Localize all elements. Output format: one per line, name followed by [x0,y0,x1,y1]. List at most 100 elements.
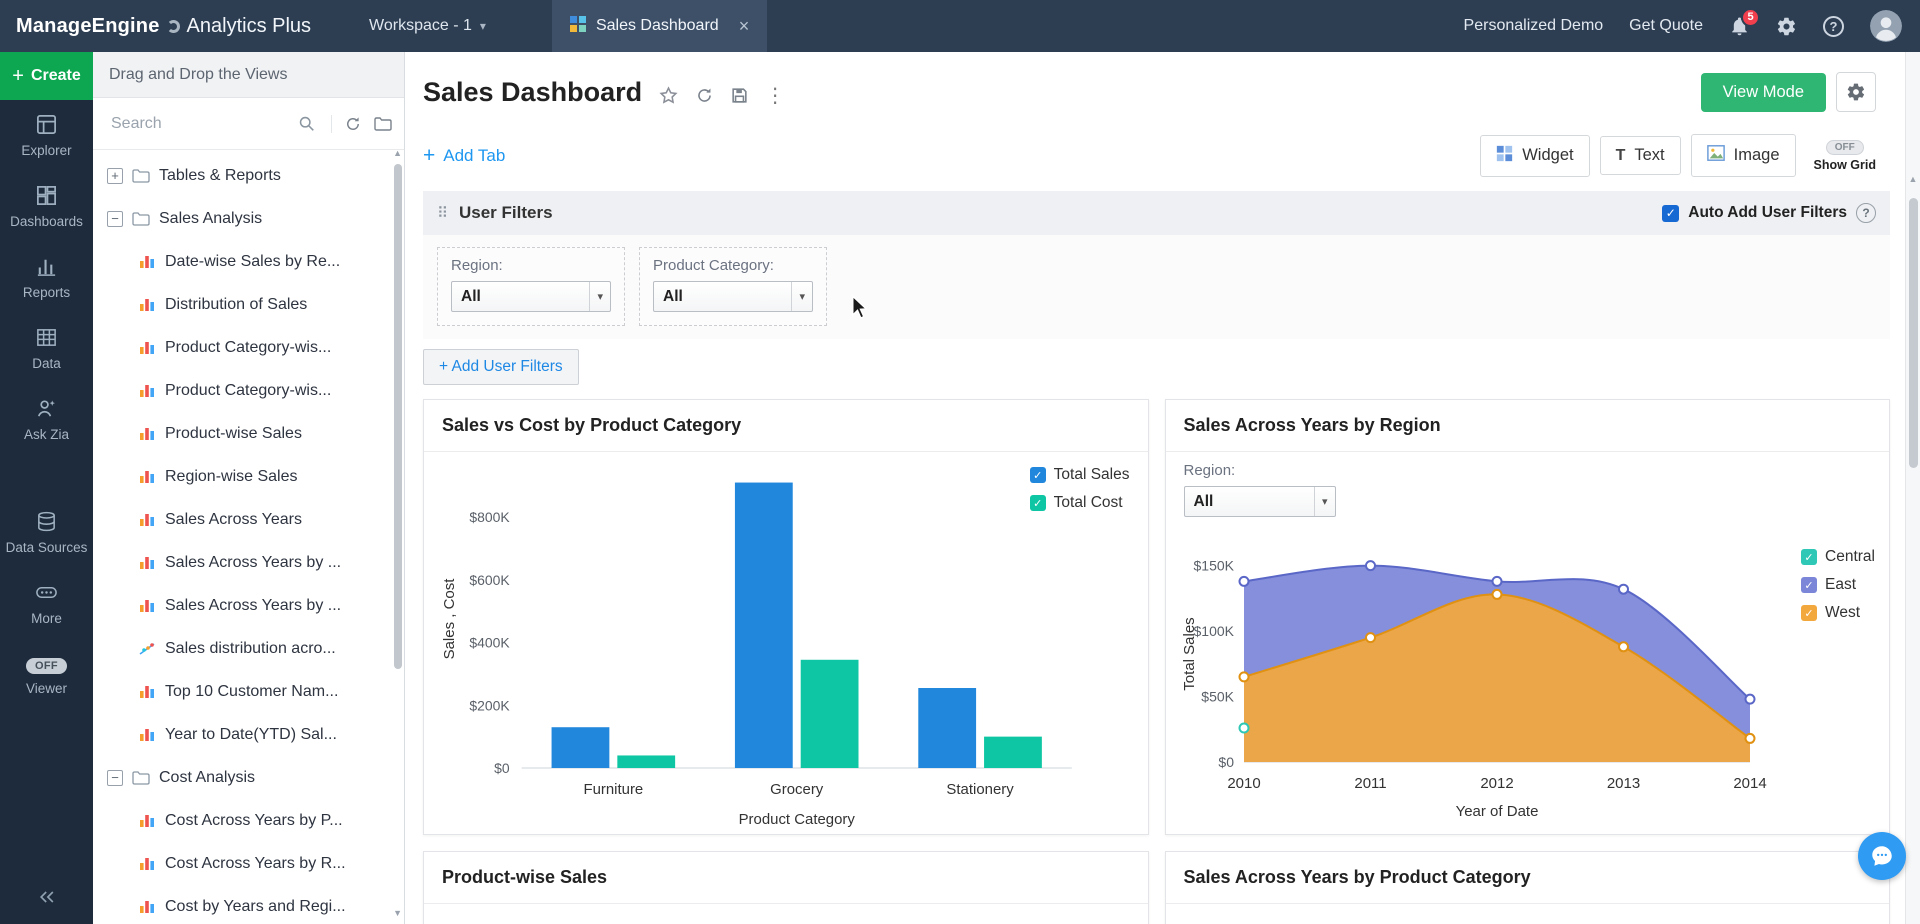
collapse-folder-icon[interactable]: − [107,770,123,786]
region-filter: Region: All ▾ [437,247,625,326]
collapse-folder-icon[interactable]: − [107,211,123,227]
area-legend-west[interactable]: ✓ West [1801,604,1875,622]
region-filter-select[interactable]: All ▾ [451,281,611,312]
bar-legend-total-cost[interactable]: ✓Total Cost [1030,494,1130,512]
collapse-sidebar-icon[interactable] [37,887,57,912]
svg-text:$200K: $200K [469,697,510,713]
bar-legend-total-sales[interactable]: ✓Total Sales [1030,466,1130,484]
legend-checkbox-icon[interactable]: ✓ [1030,467,1046,483]
card-title: Sales vs Cost by Product Category [424,400,1148,452]
folder-icon [132,169,150,183]
sidebar-item-reports[interactable]: Reports [0,242,93,313]
user-filters-help-icon[interactable]: ? [1856,203,1876,223]
legend-checkbox-icon[interactable]: ✓ [1801,549,1817,565]
folder-views-icon[interactable] [374,117,392,131]
more-options-icon[interactable]: ⋮ [765,83,785,108]
show-grid-toggle[interactable]: OFF Show Grid [1814,140,1877,172]
legend-checkbox-icon[interactable]: ✓ [1801,577,1817,593]
sidebar-item-ask-zia[interactable]: Ask Zia [0,384,93,455]
tree-item[interactable]: Date-wise Sales by Re... [93,240,404,283]
notifications-bell-icon[interactable]: 5 [1729,16,1750,37]
sidebar-item-data-sources[interactable]: Data Sources [0,497,93,568]
area-legend-east[interactable]: ✓East [1801,576,1875,594]
tab-sales-dashboard[interactable]: Sales Dashboard × [552,0,767,52]
folder-icon [132,212,150,226]
create-button[interactable]: + Create [0,52,93,100]
widget-button[interactable]: Widget [1480,135,1589,177]
chat-bubble-button[interactable] [1858,832,1906,880]
tree-item[interactable]: Year to Date(YTD) Sal... [93,713,404,756]
select-arrow-icon: ▾ [1314,487,1335,516]
show-grid-off-pill[interactable]: OFF [1826,140,1864,155]
tree-folder[interactable]: −Sales Analysis [93,197,404,240]
reports-icon [35,255,58,278]
tree-item[interactable]: Cost by Years and Regi... [93,885,404,924]
drag-handle-icon[interactable]: ⠿ [437,204,448,222]
tab-label: Sales Dashboard [596,17,719,35]
svg-text:$50K: $50K [1201,689,1234,705]
viewer-off-pill[interactable]: OFF [26,658,67,674]
workspace-selector[interactable]: Workspace - 1 ▾ [369,17,486,35]
tree-scrollbar[interactable] [394,164,402,669]
tree-item[interactable]: Sales Across Years by ... [93,541,404,584]
tree-folder[interactable]: −Cost Analysis [93,756,404,799]
favorite-star-icon[interactable] [658,85,679,106]
tree-item[interactable]: Product Category-wis... [93,326,404,369]
auto-add-user-filters-checkbox[interactable]: ✓ [1662,205,1679,222]
chart-region-filter-select[interactable]: All ▾ [1184,486,1336,517]
tree-item[interactable]: Sales Across Years by ... [93,584,404,627]
search-box [109,114,319,134]
sidebar-item-data[interactable]: Data [0,313,93,384]
get-quote-link[interactable]: Get Quote [1629,17,1703,35]
legend-label: West [1825,604,1860,622]
avatar[interactable] [1870,10,1902,42]
tree-item[interactable]: Sales distribution acro... [93,627,404,670]
tree-item[interactable]: Cost Across Years by R... [93,842,404,885]
bar-chart-icon [139,684,156,699]
main-scrollbar[interactable]: ▲ [1905,52,1920,924]
tree-folder[interactable]: +Tables & Reports [93,154,404,197]
personalized-demo-link[interactable]: Personalized Demo [1464,17,1604,35]
expand-folder-icon[interactable]: + [107,168,123,184]
tree-item[interactable]: Sales Across Years [93,498,404,541]
tree-scroll-up-icon[interactable]: ▲ [393,148,402,158]
tree-item[interactable]: Cost Across Years by P... [93,799,404,842]
tree-item[interactable]: Product-wise Sales [93,412,404,455]
legend-checkbox-icon[interactable]: ✓ [1801,605,1817,621]
image-button[interactable]: Image [1691,134,1796,177]
tab-close-icon[interactable]: × [739,16,750,37]
tree-item[interactable]: Top 10 Customer Nam... [93,670,404,713]
tree-item[interactable]: Region-wise Sales [93,455,404,498]
search-input[interactable] [109,114,319,134]
legend-checkbox-icon[interactable]: ✓ [1030,495,1046,511]
tree-item[interactable]: Distribution of Sales [93,283,404,326]
settings-gear-icon[interactable] [1776,16,1797,37]
sidebar-item-more[interactable]: More [0,568,93,639]
scrollbar-thumb[interactable] [1909,198,1918,468]
add-tab-button[interactable]: + Add Tab [423,144,505,168]
svg-text:Total Sales: Total Sales [1181,617,1198,690]
refresh-dashboard-icon[interactable] [695,86,714,105]
sidebar-item-explorer[interactable]: Explorer [0,100,93,171]
refresh-views-icon[interactable] [344,115,362,133]
help-icon[interactable]: ? [1823,16,1844,37]
product-category-filter-select[interactable]: All ▾ [653,281,813,312]
save-dashboard-icon[interactable] [730,86,749,105]
scroll-up-icon[interactable]: ▲ [1906,174,1920,184]
tree-item-label: Cost Across Years by P... [165,812,343,830]
brand-mark-icon [167,20,180,33]
brand-product: Analytics Plus [187,15,312,38]
text-button[interactable]: T Text [1600,136,1681,175]
area-legend-central[interactable]: ✓Central [1801,548,1875,566]
svg-text:Product Category: Product Category [739,811,856,828]
brand-managengine: ManageEngine [16,15,160,38]
dashboard-settings-button[interactable] [1836,72,1876,112]
svg-text:2012: 2012 [1480,775,1513,792]
tree-scroll-down-icon[interactable]: ▼ [393,908,402,918]
view-mode-button[interactable]: View Mode [1701,73,1826,112]
left-nav: + Create Explorer Dashboards Reports Dat… [0,52,93,924]
sidebar-item-dashboards[interactable]: Dashboards [0,171,93,242]
viewer-toggle[interactable]: OFF Viewer [0,645,93,709]
add-user-filters-button[interactable]: + Add User Filters [423,349,579,385]
tree-item[interactable]: Product Category-wis... [93,369,404,412]
